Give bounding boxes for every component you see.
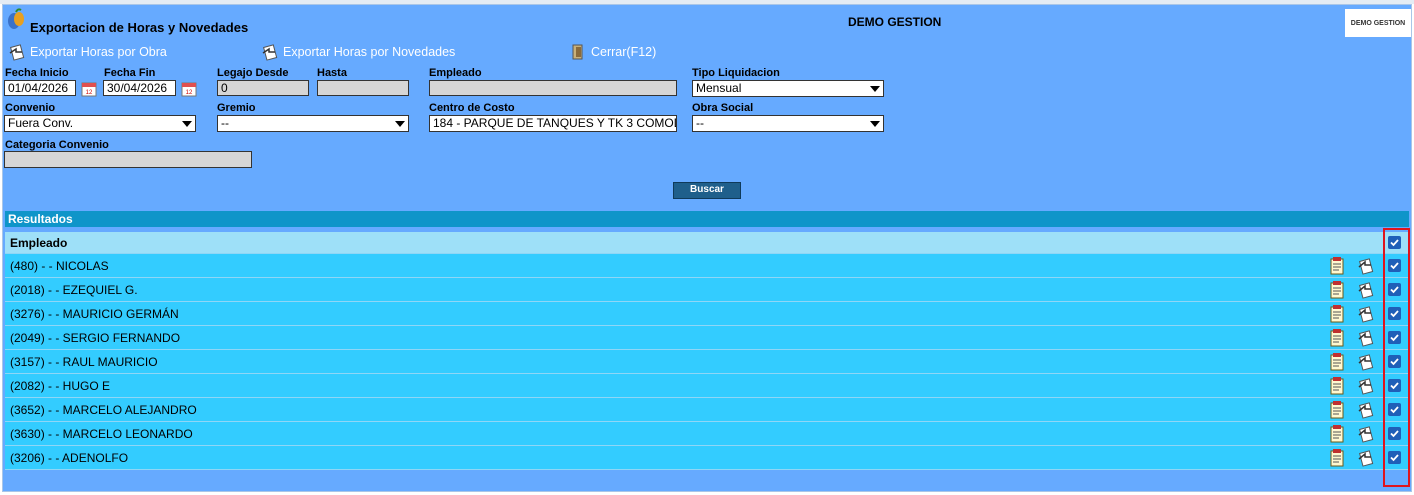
- close-label: Cerrar(F12): [591, 45, 657, 59]
- export-icon: [262, 44, 278, 61]
- brand-logo: DEMO GESTION: [1345, 9, 1411, 37]
- export-icon[interactable]: [1356, 256, 1376, 276]
- document-icon[interactable]: [1327, 448, 1347, 468]
- categoria-convenio-input[interactable]: [4, 151, 252, 168]
- centro-costo-input[interactable]: 184 - PARQUE DE TANQUES Y TK 3 COMOD: [429, 115, 677, 132]
- centro-costo-label: Centro de Costo: [429, 102, 515, 114]
- search-button[interactable]: Buscar: [673, 182, 741, 199]
- export-icon[interactable]: [1356, 352, 1376, 372]
- checkbox-column-highlight: [1383, 228, 1410, 487]
- document-icon[interactable]: [1327, 400, 1347, 420]
- column-header-empleado: Empleado: [10, 236, 68, 250]
- export-icon: [9, 44, 25, 61]
- export-icon[interactable]: [1356, 328, 1376, 348]
- table-row: (3276) - - MAURICIO GERMÁN: [5, 302, 1409, 326]
- export-icon[interactable]: [1356, 376, 1376, 396]
- export-icon[interactable]: [1356, 400, 1376, 420]
- calendar-icon[interactable]: 12: [180, 80, 198, 98]
- document-icon[interactable]: [1327, 376, 1347, 396]
- employee-name: (480) - - NICOLAS: [10, 259, 109, 273]
- document-icon[interactable]: [1327, 328, 1347, 348]
- table-row: (3206) - - ADENOLFO: [5, 446, 1409, 470]
- svg-text:12: 12: [86, 90, 93, 96]
- table-header-row: Empleado: [5, 232, 1409, 254]
- results-title: Resultados: [5, 211, 1409, 227]
- convenio-label: Convenio: [5, 102, 56, 114]
- convenio-value: Fuera Conv.: [8, 116, 74, 130]
- fecha-inicio-label: Fecha Inicio: [5, 67, 69, 79]
- document-icon[interactable]: [1327, 352, 1347, 372]
- chevron-down-icon: [395, 121, 405, 127]
- chevron-down-icon: [182, 121, 192, 127]
- table-row: (2082) - - HUGO E: [5, 374, 1409, 398]
- convenio-select[interactable]: Fuera Conv.: [4, 115, 196, 132]
- employee-name: (3157) - - RAUL MAURICIO: [10, 355, 158, 369]
- employee-name: (3206) - - ADENOLFO: [10, 451, 129, 465]
- empleado-input[interactable]: [429, 80, 677, 96]
- company-name: DEMO GESTION: [848, 15, 942, 29]
- document-icon[interactable]: [1327, 280, 1347, 300]
- export-novedades-button[interactable]: Exportar Horas por Novedades: [261, 43, 455, 61]
- tipo-liquidacion-value: Mensual: [696, 81, 742, 95]
- export-novedades-label: Exportar Horas por Novedades: [283, 45, 456, 59]
- table-row: (2018) - - EZEQUIEL G.: [5, 278, 1409, 302]
- document-icon[interactable]: [1327, 424, 1347, 444]
- export-icon[interactable]: [1356, 280, 1376, 300]
- tipo-liquidacion-select[interactable]: Mensual: [692, 80, 884, 97]
- table-row: (2049) - - SERGIO FERNANDO: [5, 326, 1409, 350]
- calendar-icon[interactable]: 12: [80, 80, 98, 98]
- fecha-fin-input[interactable]: 30/04/2026: [103, 80, 176, 96]
- export-icon[interactable]: [1356, 424, 1376, 444]
- employee-name: (2049) - - SERGIO FERNANDO: [10, 331, 181, 345]
- employee-name: (2082) - - HUGO E: [10, 379, 111, 393]
- document-icon[interactable]: [1327, 256, 1347, 276]
- gremio-label: Gremio: [217, 102, 256, 114]
- legajo-desde-label: Legajo Desde: [217, 67, 289, 79]
- results-table: Empleado (480) - - NICOLAS (2018) - - EZE…: [5, 232, 1409, 470]
- hasta-input[interactable]: [317, 80, 409, 96]
- hasta-label: Hasta: [317, 67, 347, 79]
- table-row: (480) - - NICOLAS: [5, 254, 1409, 278]
- close-button[interactable]: Cerrar(F12): [569, 43, 656, 61]
- door-exit-icon: [572, 44, 583, 60]
- app-logo-icon: [8, 8, 24, 29]
- page-title: Exportacion de Horas y Novedades: [30, 20, 249, 35]
- employee-name: (3652) - - MARCELO ALEJANDRO: [10, 403, 197, 417]
- categoria-convenio-label: Categoria Convenio: [5, 139, 109, 151]
- document-icon[interactable]: [1327, 304, 1347, 324]
- legajo-desde-input[interactable]: 0: [217, 80, 309, 96]
- table-row: (3157) - - RAUL MAURICIO: [5, 350, 1409, 374]
- obra-social-label: Obra Social: [692, 102, 754, 114]
- employee-name: (3276) - - MAURICIO GERMÁN: [10, 307, 179, 321]
- export-icon[interactable]: [1356, 304, 1376, 324]
- export-obra-label: Exportar Horas por Obra: [30, 45, 167, 59]
- export-obra-button[interactable]: Exportar Horas por Obra: [8, 43, 167, 61]
- obra-social-select[interactable]: --: [692, 115, 884, 132]
- employee-name: (2018) - - EZEQUIEL G.: [10, 283, 138, 297]
- gremio-value: --: [221, 116, 229, 130]
- svg-text:12: 12: [186, 90, 193, 96]
- employee-name: (3630) - - MARCELO LEONARDO: [10, 427, 193, 441]
- tipo-liquidacion-label: Tipo Liquidacion: [692, 67, 780, 79]
- table-row: (3652) - - MARCELO ALEJANDRO: [5, 398, 1409, 422]
- gremio-select[interactable]: --: [217, 115, 409, 132]
- export-icon[interactable]: [1356, 448, 1376, 468]
- fecha-inicio-input[interactable]: 01/04/2026: [4, 80, 76, 96]
- empleado-label: Empleado: [429, 67, 482, 79]
- obra-social-value: --: [696, 116, 704, 130]
- table-row: (3630) - - MARCELO LEONARDO: [5, 422, 1409, 446]
- fecha-fin-label: Fecha Fin: [104, 67, 156, 79]
- chevron-down-icon: [870, 86, 880, 92]
- chevron-down-icon: [870, 121, 880, 127]
